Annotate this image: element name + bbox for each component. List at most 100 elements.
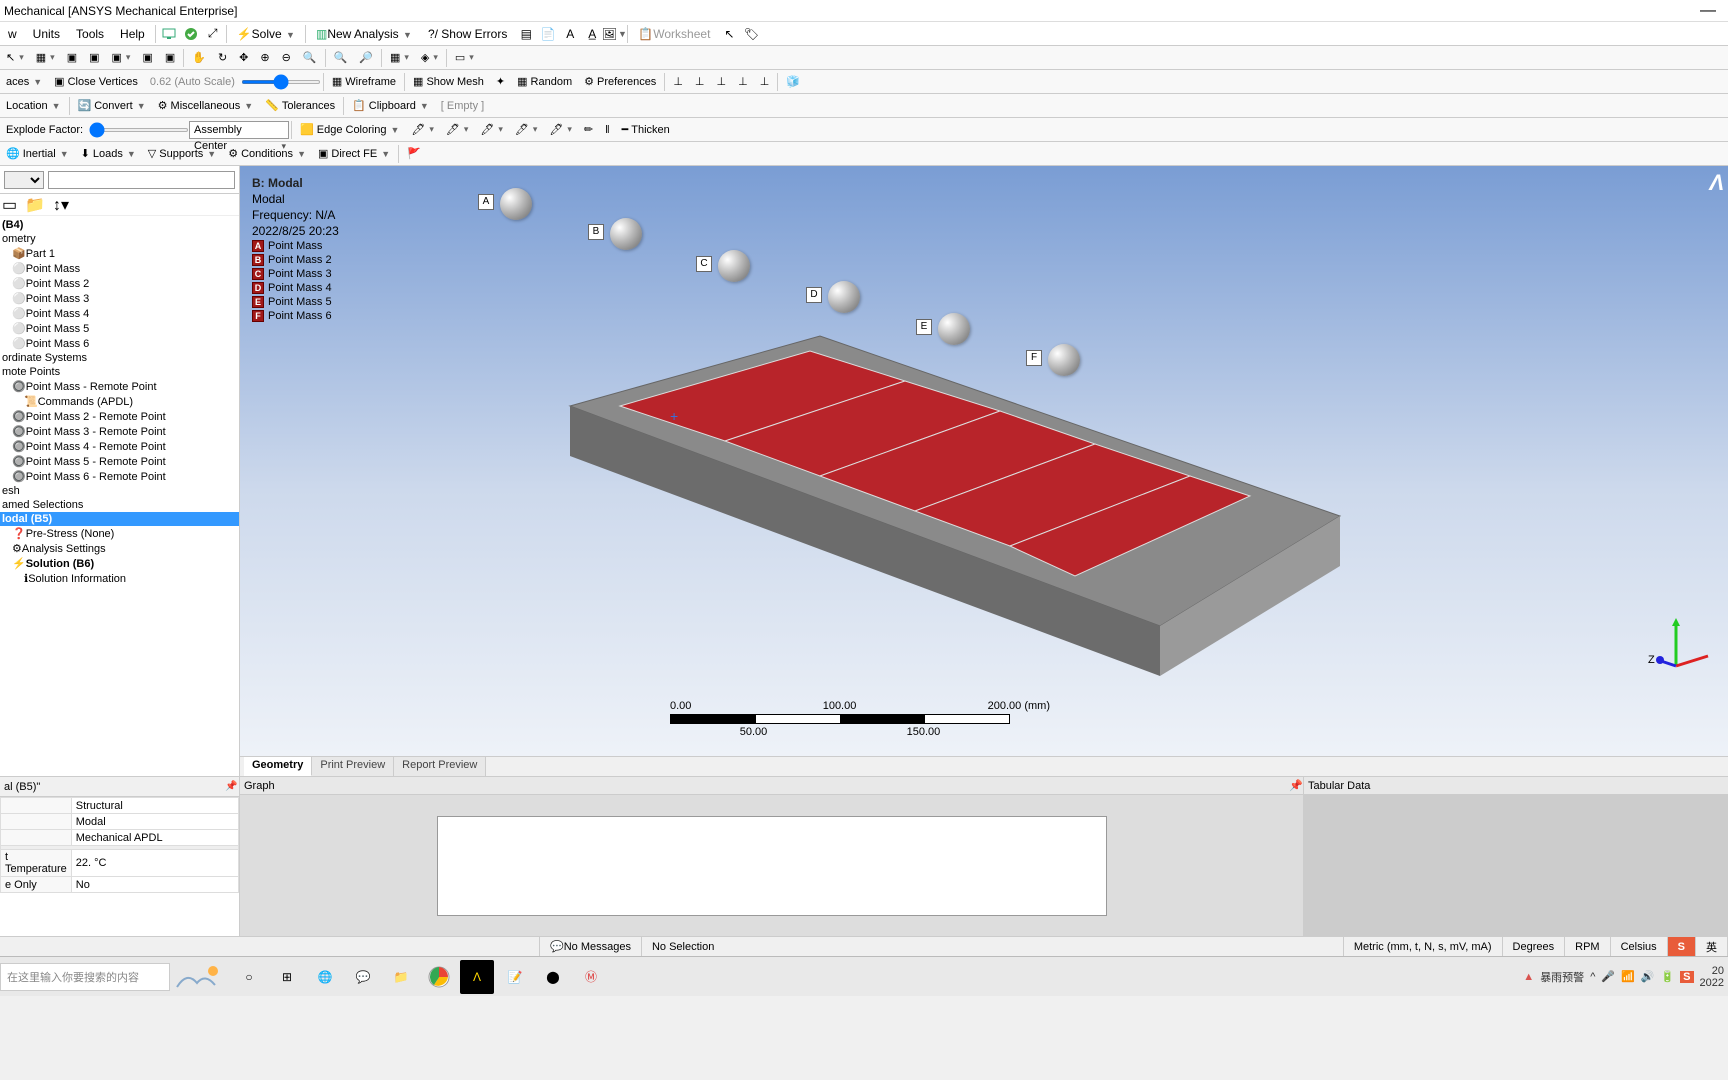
outline-icon[interactable]: ▤ bbox=[517, 25, 535, 43]
assembly-center-dd[interactable]: Assembly Center bbox=[189, 121, 289, 139]
faces-dd[interactable]: aces ▼ bbox=[0, 76, 48, 88]
cortana-icon[interactable]: ○ bbox=[232, 960, 266, 994]
menu-help[interactable]: Help bbox=[112, 27, 153, 41]
zoom-tool[interactable]: 🔍 bbox=[297, 51, 323, 64]
menu-w[interactable]: w bbox=[0, 27, 25, 41]
edge-icon[interactable]: 🌐 bbox=[308, 960, 342, 994]
edge-coloring-dd[interactable]: 🟨Edge Coloring ▼ bbox=[294, 123, 405, 136]
show-errors-button[interactable]: ?/ Show Errors bbox=[420, 27, 515, 41]
ime-icon[interactable]: S bbox=[1680, 971, 1693, 983]
taskview-icon[interactable]: ⊞ bbox=[270, 960, 304, 994]
box-sel-tool[interactable]: ▦▾ bbox=[30, 51, 61, 64]
flag-icon[interactable]: 🚩 bbox=[401, 147, 427, 160]
rotate-tool[interactable]: ↻ bbox=[212, 51, 233, 64]
sogou-icon[interactable]: S bbox=[1668, 937, 1696, 956]
text-icon[interactable]: A bbox=[561, 25, 579, 43]
solve-button[interactable]: ⚡Solve ▼ bbox=[229, 27, 303, 41]
misc-dd[interactable]: ⚙Miscellaneous ▼ bbox=[152, 99, 260, 112]
taskbar-widget[interactable] bbox=[170, 963, 230, 991]
brush5-icon[interactable]: 🖊▾ bbox=[543, 123, 578, 136]
volume-icon[interactable]: 🔊 bbox=[1641, 970, 1655, 983]
triad[interactable]: Z bbox=[1656, 616, 1716, 686]
brush2-icon[interactable]: 🖊▾ bbox=[440, 123, 475, 136]
tab-geometry[interactable]: Geometry bbox=[244, 757, 312, 776]
layout-tool[interactable]: ▭▾ bbox=[449, 51, 480, 64]
dingtalk-icon[interactable]: 💬 bbox=[346, 960, 380, 994]
box5-tool[interactable]: ▣ bbox=[159, 51, 181, 64]
brush3-icon[interactable]: 🖊▾ bbox=[474, 123, 509, 136]
zoom2-tool[interactable]: 🔎 bbox=[353, 51, 379, 64]
screen-icon[interactable] bbox=[160, 25, 178, 43]
cursor-tool[interactable]: ↖▾ bbox=[0, 51, 30, 64]
explorer-icon[interactable]: 📁 bbox=[384, 960, 418, 994]
weather-text[interactable]: 暴雨预警 bbox=[1540, 969, 1584, 985]
box2-tool[interactable]: ▣ bbox=[83, 51, 105, 64]
a2-icon[interactable]: A̲ bbox=[583, 25, 601, 43]
graph-pin-icon[interactable]: 📌 bbox=[1289, 777, 1303, 794]
arrow-icon[interactable]: ↖ bbox=[720, 25, 738, 43]
clipboard-dd[interactable]: 📋Clipboard ▼ bbox=[346, 99, 435, 112]
thicken-button[interactable]: ━Thicken bbox=[616, 123, 676, 136]
preferences-button[interactable]: ⚙Preferences bbox=[578, 75, 662, 88]
chrome-icon[interactable] bbox=[422, 960, 456, 994]
random-button[interactable]: ▦Random bbox=[511, 75, 578, 88]
outline-tree[interactable]: (B4) ometry 📦 Part 1 ⚪ Point Mass ⚪ Poin… bbox=[0, 216, 239, 776]
bars-icon[interactable]: ‖ bbox=[599, 124, 616, 136]
location-dd[interactable]: Location ▼ bbox=[0, 100, 67, 112]
taskbar-search[interactable]: 在这里输入你要搜索的内容 bbox=[0, 963, 170, 991]
close-vertices-button[interactable]: ▣Close Vertices bbox=[48, 75, 144, 88]
battery-icon[interactable]: 🔋 bbox=[1660, 970, 1674, 983]
box-tool[interactable]: ▣ bbox=[61, 51, 83, 64]
sort-icon[interactable]: ↕▾ bbox=[53, 195, 69, 215]
outline-search[interactable] bbox=[48, 171, 235, 189]
canvas-3d[interactable]: B: Modal Modal Frequency: N/A 2022/8/25 … bbox=[240, 166, 1728, 756]
collapse-icon[interactable]: ▭ bbox=[2, 195, 17, 215]
inertial-dd[interactable]: 🌐Inertial ▼ bbox=[0, 147, 75, 160]
explode-slider[interactable] bbox=[89, 128, 189, 132]
box4-tool[interactable]: ▣ bbox=[136, 51, 158, 64]
fit-tool[interactable]: 🔍 bbox=[328, 51, 354, 64]
zoom-out-tool[interactable]: ⊖ bbox=[276, 51, 297, 64]
folder-icon[interactable]: 📁 bbox=[25, 195, 45, 215]
prop-temp[interactable]: 22. °C bbox=[71, 850, 238, 877]
brush4-icon[interactable]: 🖊▾ bbox=[509, 123, 544, 136]
menu-units[interactable]: Units bbox=[25, 27, 68, 41]
new-analysis-button[interactable]: ▥New Analysis ▼ bbox=[308, 27, 420, 41]
t1-icon[interactable]: ⊥ bbox=[667, 75, 689, 88]
check-icon[interactable] bbox=[182, 25, 200, 43]
mechanical-icon[interactable]: Ⓜ bbox=[574, 960, 608, 994]
conditions-dd[interactable]: ⚙Conditions ▼ bbox=[222, 147, 312, 160]
probe-icon[interactable]: ✦ bbox=[490, 75, 511, 88]
t5-icon[interactable]: ⊥ bbox=[754, 75, 776, 88]
mic-icon[interactable]: 🎤 bbox=[1601, 970, 1615, 983]
lang-indicator[interactable]: 英 bbox=[1696, 937, 1728, 956]
loads-dd[interactable]: ⬇Loads ▼ bbox=[75, 147, 142, 160]
minimize-button[interactable]: — bbox=[1688, 0, 1728, 21]
direct-fe-dd[interactable]: ▣Direct FE ▼ bbox=[312, 147, 396, 160]
hand-tool[interactable]: ✋ bbox=[186, 51, 212, 64]
iso-tool[interactable]: ◈▾ bbox=[415, 51, 444, 64]
menu-tools[interactable]: Tools bbox=[68, 27, 112, 41]
tab-report-preview[interactable]: Report Preview bbox=[394, 757, 486, 776]
view-tool[interactable]: ▦▾ bbox=[384, 51, 415, 64]
convert-dd[interactable]: 🔄Convert ▼ bbox=[72, 99, 152, 112]
worksheet-button[interactable]: 📋Worksheet bbox=[630, 27, 718, 41]
t2-icon[interactable]: ⊥ bbox=[689, 75, 711, 88]
pin-icon[interactable]: 📌 bbox=[225, 777, 239, 796]
clock-date[interactable]: 2022 bbox=[1700, 977, 1724, 989]
notepad-icon[interactable]: 📝 bbox=[498, 960, 532, 994]
prop-only[interactable]: No bbox=[71, 877, 238, 893]
network-icon[interactable]: 📶 bbox=[1621, 970, 1635, 983]
tray-expand-icon[interactable]: ^ bbox=[1590, 971, 1595, 983]
cube-icon[interactable]: 🧊 bbox=[780, 75, 806, 88]
pan-tool[interactable]: ✥ bbox=[233, 51, 254, 64]
pen-icon[interactable]: ✏ bbox=[578, 123, 599, 136]
t4-icon[interactable]: ⊥ bbox=[732, 75, 754, 88]
graph-area[interactable] bbox=[437, 816, 1107, 916]
expand-icon[interactable]: ⤢ bbox=[204, 25, 222, 43]
tolerances-button[interactable]: 📏Tolerances bbox=[259, 99, 341, 112]
tag-icon[interactable]: 🏷 bbox=[742, 25, 760, 43]
warning-icon[interactable]: ▲ bbox=[1523, 971, 1534, 983]
zoom-in-tool[interactable]: ⊕ bbox=[254, 51, 275, 64]
scale-slider[interactable] bbox=[241, 80, 321, 84]
